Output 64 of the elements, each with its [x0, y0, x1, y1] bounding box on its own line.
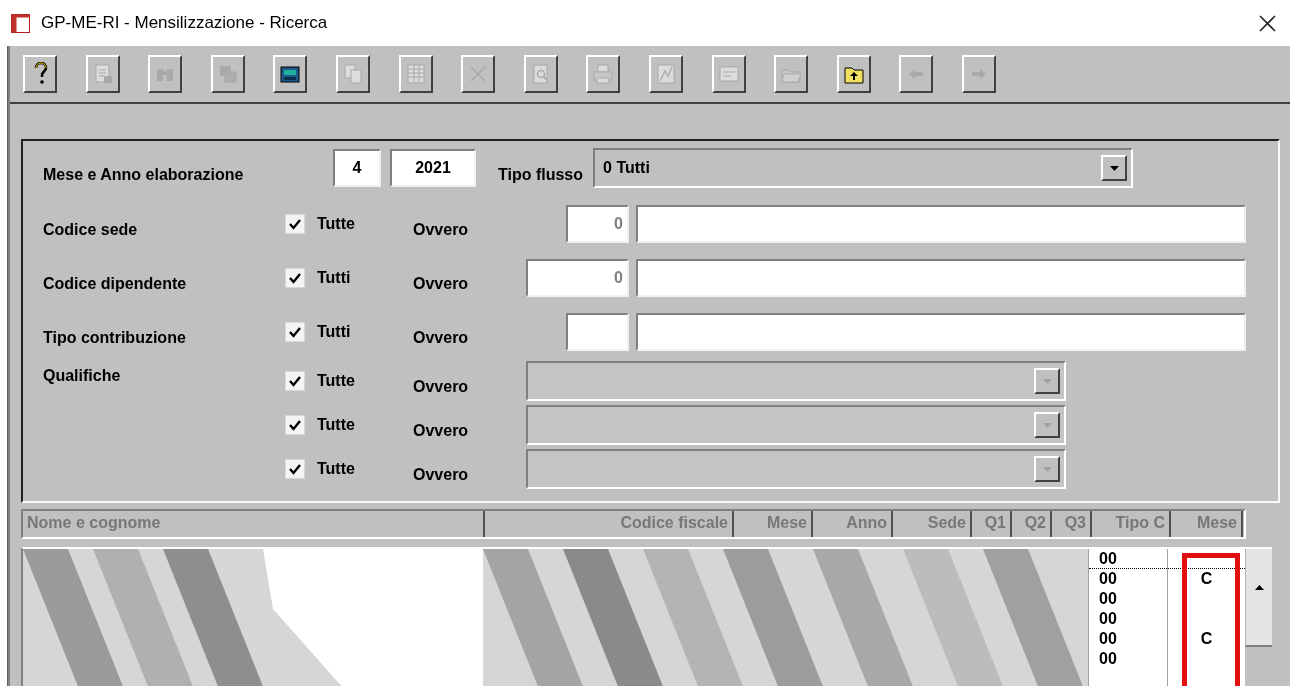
field-label: Ovvero: [413, 329, 470, 347]
field-label: Qualifiche: [42, 366, 122, 385]
column-header[interactable]: Sede: [893, 511, 972, 537]
field-label: Ovvero: [413, 275, 470, 293]
table-cell-text: 00: [1098, 569, 1118, 589]
column-header[interactable]: Mese: [1171, 511, 1243, 537]
description-field[interactable]: [636, 259, 1246, 297]
description-field[interactable]: [636, 313, 1246, 351]
table-cell-text: 00: [1098, 629, 1118, 649]
printer-icon: [591, 62, 616, 86]
scroll-up-icon[interactable]: [1254, 585, 1264, 590]
window-title: GP-ME-RI - Mensilizzazione - Ricerca: [41, 13, 328, 33]
checkbox[interactable]: [285, 322, 305, 342]
description-field[interactable]: [636, 205, 1246, 243]
scroll-bar[interactable]: [1245, 549, 1272, 647]
toolbar-button[interactable]: [273, 55, 308, 93]
field-label: Ovvero: [413, 466, 470, 484]
column-header[interactable]: Q2: [1012, 511, 1052, 537]
table-cell-text: C: [1199, 629, 1214, 649]
checkmark-icon: [289, 272, 301, 284]
field-label: Ovvero: [413, 221, 470, 239]
toolbar-button[interactable]: [23, 55, 57, 93]
column-header[interactable]: Codice fiscale: [485, 511, 734, 537]
checkmark-icon: [289, 463, 301, 475]
toolbar-button[interactable]: [836, 55, 871, 93]
column-header[interactable]: Q3: [1052, 511, 1092, 537]
table-cell-text: 00: [1098, 609, 1118, 629]
field-label: Ovvero: [413, 378, 470, 396]
column-header[interactable]: Anno: [813, 511, 893, 537]
checkbox[interactable]: [285, 268, 305, 288]
app-icon: [11, 13, 30, 33]
checkmark-icon: [289, 419, 301, 431]
table-cell-text: C: [1199, 569, 1214, 589]
checkbox-label: Tutte: [317, 215, 355, 233]
checkbox-label: Tutte: [317, 372, 355, 390]
checkbox-label: Tutte: [317, 460, 355, 478]
column-header[interactable]: Mese: [734, 511, 813, 537]
checkbox-label: Tutti: [317, 269, 351, 287]
table-cell-text: 00: [1098, 649, 1118, 669]
code-field[interactable]: 0: [566, 205, 629, 243]
month-field[interactable]: 4: [333, 149, 381, 187]
field-label: Codice sede: [42, 220, 139, 239]
checkbox-label: Tutti: [317, 323, 351, 341]
field-label: Codice dipendente: [42, 274, 188, 293]
dropdown-arrow-icon[interactable]: [1109, 165, 1119, 171]
checkmark-icon: [289, 218, 301, 230]
field-label: Mese e Anno elaborazione: [42, 166, 245, 184]
checkbox-label: Tutte: [317, 416, 355, 434]
checkbox[interactable]: [285, 214, 305, 234]
column-header[interactable]: Tipo C: [1092, 511, 1171, 537]
table-cell: 00: [1089, 549, 1167, 569]
code-field[interactable]: [566, 313, 629, 351]
field-label: Tipo flusso: [498, 166, 584, 184]
flow-dropdown[interactable]: 0 Tutti: [593, 148, 1134, 188]
column-header[interactable]: Nome e cognome: [23, 511, 485, 537]
checkmark-icon: [289, 326, 301, 338]
table-cell-text: 00: [1098, 589, 1118, 609]
code-field[interactable]: 0: [526, 259, 629, 297]
year-field[interactable]: 2021: [390, 149, 476, 187]
column-header[interactable]: Q1: [972, 511, 1012, 537]
close-icon[interactable]: [1259, 14, 1276, 32]
field-label: Tipo contribuzione: [42, 328, 187, 347]
checkmark-icon: [289, 375, 301, 387]
field-label: Ovvero: [413, 422, 470, 440]
